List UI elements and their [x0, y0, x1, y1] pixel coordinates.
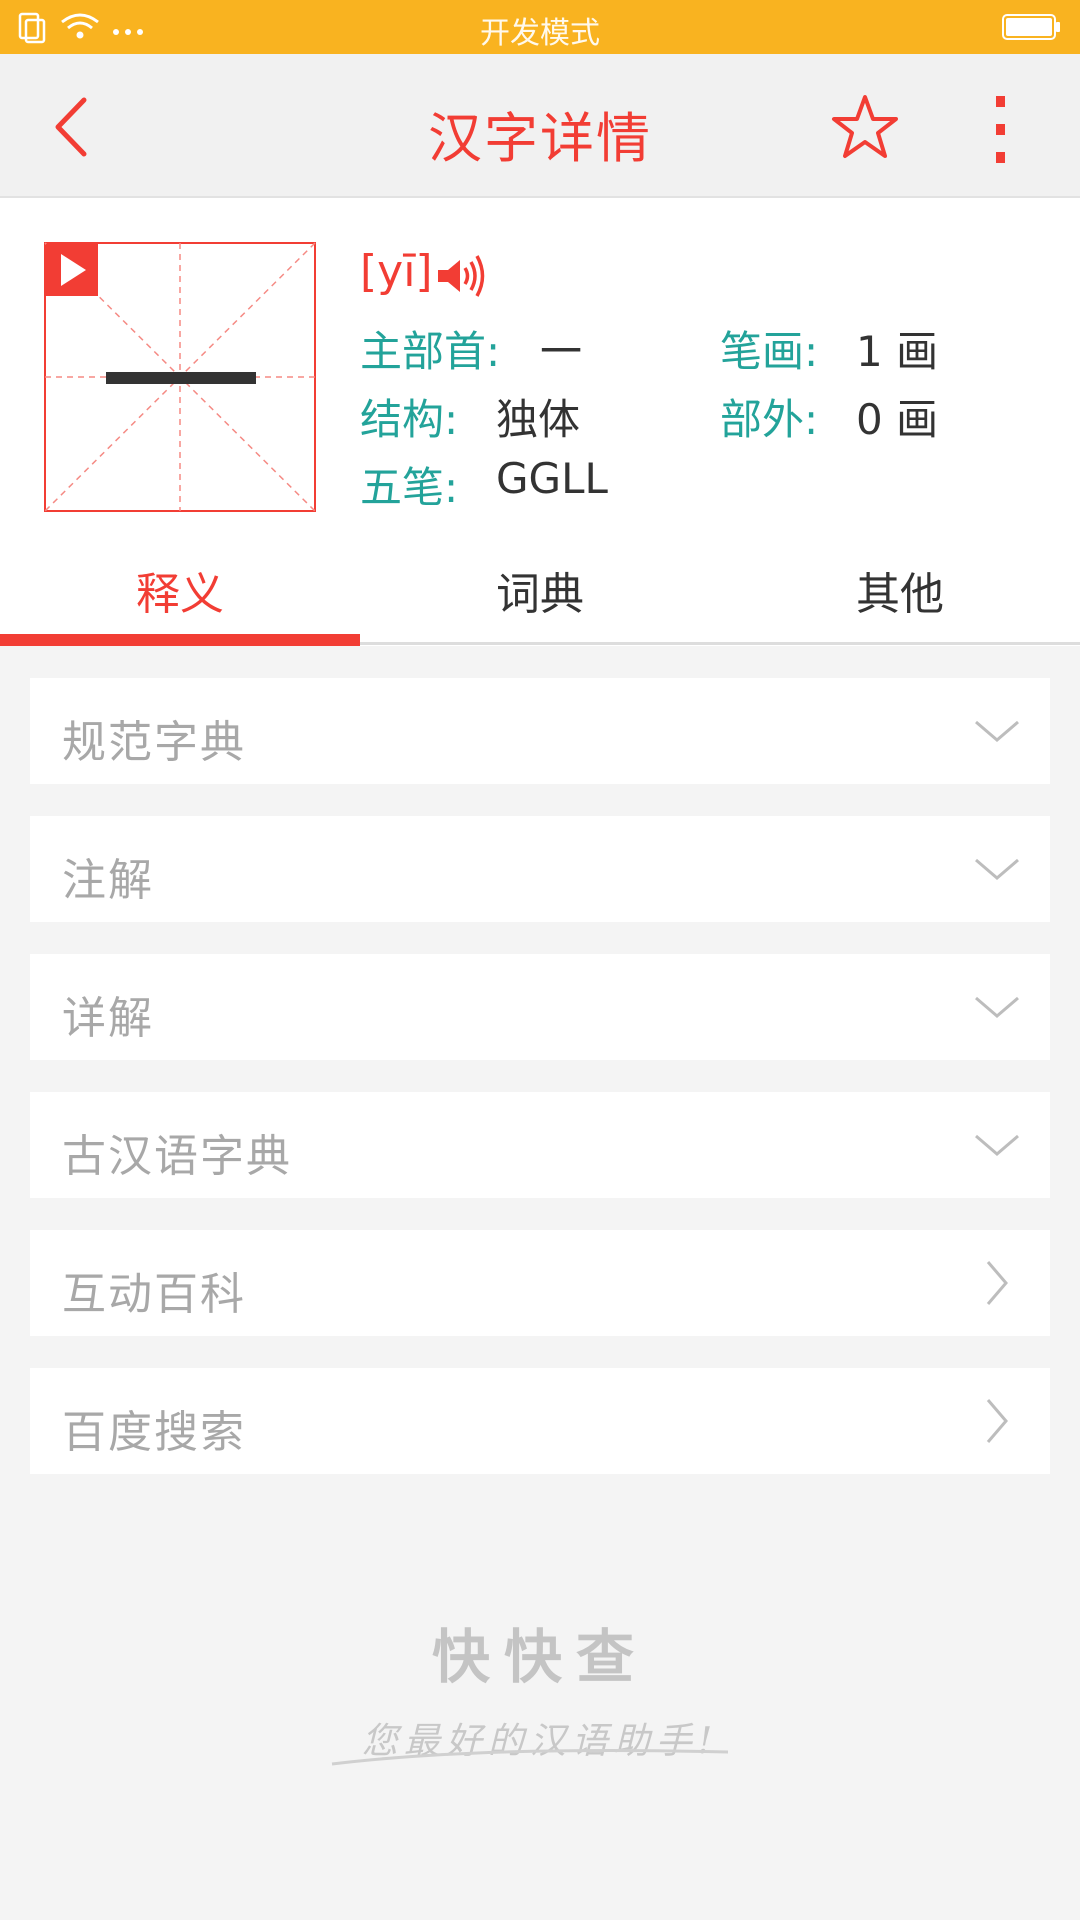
- section-detailed[interactable]: 详解: [30, 954, 1050, 1060]
- section-notes[interactable]: 注解: [30, 816, 1050, 922]
- star-icon: [832, 95, 898, 158]
- section-standard-dictionary[interactable]: 规范字典: [30, 678, 1050, 784]
- structure-value: 独体: [496, 395, 581, 444]
- tab-definition[interactable]: 释义: [0, 558, 360, 622]
- battery-icon: [1002, 14, 1062, 44]
- more-button[interactable]: [985, 92, 1015, 168]
- chevron-left-icon: [55, 97, 87, 157]
- slogan-underline: [331, 1749, 729, 1766]
- status-bar-title: 开发模式: [480, 16, 600, 51]
- play-stroke-button[interactable]: [46, 244, 98, 296]
- chevron-right-icon: [986, 1399, 1008, 1443]
- chevron-right-icon: [986, 1261, 1008, 1305]
- tab-bar: 释义 词典 其他: [0, 536, 1080, 646]
- tab-dictionary[interactable]: 词典: [360, 558, 720, 622]
- structure-label: 结构:: [360, 395, 459, 444]
- radical-label: 主部首:: [360, 327, 501, 376]
- radical-value: 一: [540, 327, 583, 376]
- tab-divider: [360, 642, 1080, 645]
- pinyin: [yī]: [360, 246, 433, 297]
- outside-strokes-value: 0 画: [856, 395, 939, 444]
- top-app-bar: 汉字详情: [0, 54, 1080, 198]
- section-label: 百度搜索: [62, 1407, 246, 1458]
- back-button[interactable]: [48, 92, 98, 162]
- wubi-value: GGLL: [496, 454, 608, 503]
- chevron-down-icon: [975, 1134, 1019, 1156]
- section-classical-dictionary[interactable]: 古汉语字典: [30, 1092, 1050, 1198]
- section-label: 详解: [62, 993, 154, 1044]
- section-baidu-search[interactable]: 百度搜索: [30, 1368, 1050, 1474]
- strokes-label: 笔画:: [720, 327, 819, 376]
- section-hudong-baike[interactable]: 互动百科: [30, 1230, 1050, 1336]
- more-vertical-icon: [996, 96, 1005, 163]
- wubi-label: 五笔:: [360, 463, 459, 512]
- brand-name: 快快查: [431, 1623, 648, 1691]
- play-icon: [61, 254, 86, 286]
- page-title: 汉字详情: [428, 107, 652, 170]
- chevron-down-icon: [975, 858, 1019, 880]
- outside-strokes-label: 部外:: [720, 395, 819, 444]
- section-label: 规范字典: [62, 717, 246, 768]
- speaker-icon[interactable]: [434, 252, 488, 300]
- character-stroke: [106, 372, 256, 384]
- section-label: 古汉语字典: [62, 1131, 292, 1182]
- section-label: 注解: [62, 855, 154, 906]
- active-tab-indicator: [0, 634, 360, 646]
- status-bar: 开发模式: [0, 0, 1080, 54]
- chevron-down-icon: [975, 996, 1019, 1018]
- chevron-down-icon: [975, 720, 1019, 742]
- favorite-button[interactable]: [830, 92, 900, 162]
- section-label: 互动百科: [62, 1269, 246, 1320]
- tab-other[interactable]: 其他: [720, 558, 1080, 622]
- strokes-value: 1 画: [856, 327, 939, 376]
